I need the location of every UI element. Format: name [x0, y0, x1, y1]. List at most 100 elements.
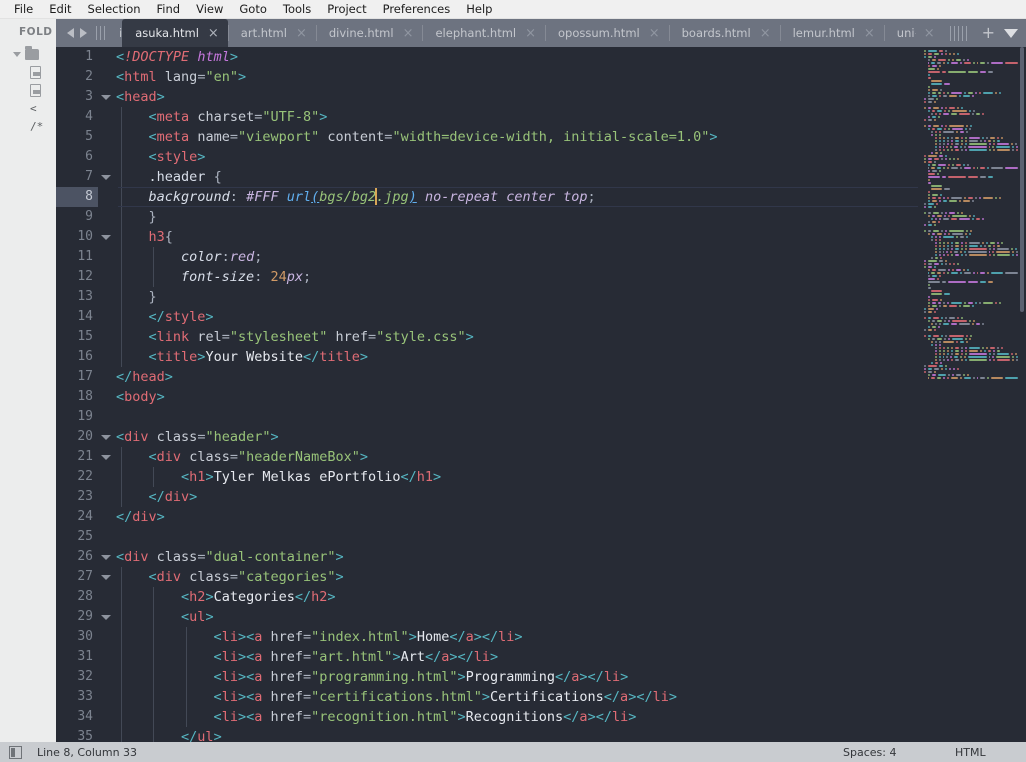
tree-row-file[interactable] [0, 63, 56, 81]
fold-marker[interactable] [98, 567, 116, 587]
code-line[interactable]: 11 color:red; [56, 247, 918, 267]
close-icon[interactable]: × [208, 27, 219, 40]
line-number: 9 [85, 209, 93, 224]
code-line[interactable]: 13 } [56, 287, 918, 307]
close-icon[interactable]: × [760, 27, 771, 40]
code-line[interactable]: 27 <div class="categories"> [56, 567, 918, 587]
menu-item-selection[interactable]: Selection [80, 0, 149, 18]
sidebar-header-folders: FOLD [19, 26, 53, 38]
tab-unitone-html[interactable]: unitone.html × [883, 19, 915, 47]
tab-lemur-html[interactable]: lemur.html × [779, 19, 884, 47]
chevron-down-icon[interactable] [1004, 28, 1018, 38]
fold-marker[interactable] [98, 87, 116, 107]
fold-marker[interactable] [98, 607, 116, 627]
close-icon[interactable]: × [864, 27, 875, 40]
code-area[interactable]: 1 <!DOCTYPE html> 2 <html lang="en"> 3 <… [56, 47, 918, 742]
code-line[interactable]: 12 font-size: 24px; [56, 267, 918, 287]
menu-item-project[interactable]: Project [319, 0, 374, 18]
code-line[interactable]: 14 </style> [56, 307, 918, 327]
code-line[interactable]: 30 <li><a href="index.html">Home</a></li… [56, 627, 918, 647]
code-line[interactable]: 22 <h1>Tyler Melkas ePortfolio</h1> [56, 467, 918, 487]
tab-asuka-html[interactable]: asuka.html × [122, 19, 228, 47]
code-line[interactable]: 7 .header { [56, 167, 918, 187]
code-line[interactable]: 15 <link rel="stylesheet" href="style.cs… [56, 327, 918, 347]
fold-marker[interactable] [98, 227, 116, 247]
tab-art-html[interactable]: art.html × [227, 19, 316, 47]
previous-tab-icon[interactable] [67, 28, 74, 38]
code-line[interactable]: 34 <li><a href="recognition.html">Recogn… [56, 707, 918, 727]
menu-item-view[interactable]: View [188, 0, 231, 18]
tab-divine-html[interactable]: divine.html × [315, 19, 423, 47]
editor[interactable]: 1 <!DOCTYPE html> 2 <html lang="en"> 3 <… [56, 47, 1026, 742]
code-line[interactable]: 23 </div> [56, 487, 918, 507]
fold-marker[interactable] [98, 167, 116, 187]
code-line[interactable]: 19 [56, 407, 918, 427]
close-icon[interactable]: × [296, 27, 307, 40]
code-line[interactable]: 10 h3{ [56, 227, 918, 247]
code-line[interactable]: 1 <!DOCTYPE html> [56, 47, 918, 67]
tree-row-text[interactable]: < [0, 99, 56, 117]
minimap[interactable] [918, 47, 1026, 742]
code-text: <head> [116, 89, 165, 105]
code-line[interactable]: 31 <li><a href="art.html">Art</a></li> [56, 647, 918, 667]
menu-item-tools[interactable]: Tools [275, 0, 319, 18]
code-line[interactable]: 17 </head> [56, 367, 918, 387]
close-icon[interactable]: × [914, 26, 944, 41]
chevron-down-icon[interactable] [12, 49, 22, 59]
fold-marker [98, 527, 116, 547]
code-line[interactable]: 5 <meta name="viewport" content="width=d… [56, 127, 918, 147]
new-tab-icon[interactable]: + [975, 25, 1002, 41]
code-line[interactable]: 20 <div class="header"> [56, 427, 918, 447]
menu-item-preferences[interactable]: Preferences [375, 0, 459, 18]
minimap-viewport[interactable] [1020, 47, 1024, 312]
menu-item-help[interactable]: Help [458, 0, 500, 18]
code-line[interactable]: 9 } [56, 207, 918, 227]
code-line[interactable]: 33 <li><a href="certifications.html">Cer… [56, 687, 918, 707]
tab-grip-icon[interactable] [949, 25, 969, 41]
menu-item-edit[interactable]: Edit [41, 0, 79, 18]
fold-marker[interactable] [98, 547, 116, 567]
line-number: 14 [77, 309, 93, 324]
tab-opossum-html[interactable]: opossum.html × [545, 19, 669, 47]
line-number: 16 [77, 349, 93, 364]
tab-elephant-html[interactable]: elephant.html × [422, 19, 545, 47]
code-line[interactable]: 21 <div class="headerNameBox"> [56, 447, 918, 467]
menu-item-find[interactable]: Find [149, 0, 189, 18]
code-line[interactable]: 4 <meta charset="UTF-8"> [56, 107, 918, 127]
code-line[interactable]: 16 <title>Your Website</title> [56, 347, 918, 367]
code-line[interactable]: 2 <html lang="en"> [56, 67, 918, 87]
fold-marker [98, 247, 116, 267]
next-tab-icon[interactable] [80, 28, 87, 38]
tree-row-folder[interactable] [0, 45, 56, 63]
code-line[interactable]: 26 <div class="dual-container"> [56, 547, 918, 567]
tab-clipped[interactable]: i [113, 19, 122, 47]
code-line[interactable]: 24 </div> [56, 507, 918, 527]
tab-boards-html[interactable]: boards.html × [668, 19, 780, 47]
sidebar-toggle-icon[interactable] [9, 745, 22, 759]
code-line[interactable]: 25 [56, 527, 918, 547]
close-icon[interactable]: × [403, 27, 414, 40]
code-line-active[interactable]: 8 background: #FFF url(bgs/bg2.jpg) no-r… [56, 187, 918, 207]
code-line[interactable]: 6 <style> [56, 147, 918, 167]
menu-item-goto[interactable]: Goto [231, 0, 275, 18]
fold-marker[interactable] [98, 447, 116, 467]
close-icon[interactable]: × [525, 27, 536, 40]
code-line[interactable]: 28 <h2>Categories</h2> [56, 587, 918, 607]
menu-item-file[interactable]: File [6, 0, 41, 18]
code-line[interactable]: 35 </ul> [56, 727, 918, 742]
code-text: <!DOCTYPE html> [116, 49, 238, 65]
tree-row-text[interactable]: /* [0, 117, 56, 135]
fold-marker[interactable] [98, 427, 116, 447]
line-number: 20 [77, 429, 93, 444]
file-icon [30, 65, 41, 79]
indentation-setting[interactable]: Spaces: 4 [843, 746, 896, 759]
code-line[interactable]: 32 <li><a href="programming.html">Progra… [56, 667, 918, 687]
code-line[interactable]: 18 <body> [56, 387, 918, 407]
code-line[interactable]: 3 <head> [56, 87, 918, 107]
code-line[interactable]: 29 <ul> [56, 607, 918, 627]
syntax-mode[interactable]: HTML [955, 746, 986, 759]
tab-grip-icon[interactable] [96, 26, 107, 40]
fold-marker [98, 367, 116, 387]
close-icon[interactable]: × [649, 27, 660, 40]
tree-row-file[interactable] [0, 81, 56, 99]
